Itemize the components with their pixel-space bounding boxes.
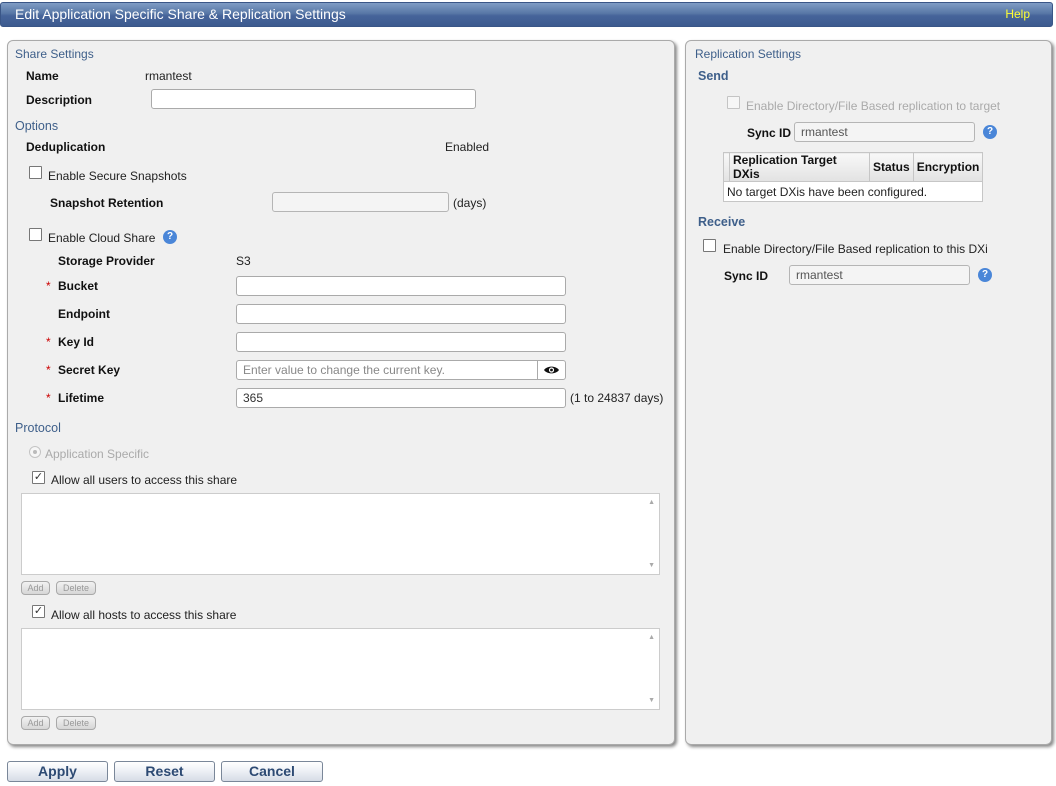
replication-targets-table: Replication Target DXis Status Encryptio… bbox=[722, 152, 984, 202]
allow-hosts-checkbox[interactable]: ✓ bbox=[32, 605, 45, 618]
receive-replication-checkbox[interactable] bbox=[703, 239, 716, 252]
snapshot-retention-input[interactable] bbox=[272, 192, 449, 212]
cloud-share-label: Enable Cloud Share bbox=[48, 231, 156, 245]
scroll-down-icon[interactable]: ▼ bbox=[648, 697, 655, 704]
cloud-share-help-icon[interactable]: ? bbox=[163, 230, 177, 244]
check-icon: ✓ bbox=[33, 605, 44, 617]
replication-settings-panel bbox=[685, 40, 1052, 745]
bucket-required-mark: * bbox=[46, 279, 51, 293]
add-host-button[interactable]: Add bbox=[21, 716, 50, 730]
cancel-button[interactable]: Cancel bbox=[221, 761, 323, 782]
receive-sync-id-help-icon[interactable]: ? bbox=[978, 268, 992, 282]
endpoint-label: Endpoint bbox=[58, 307, 110, 321]
lifetime-input[interactable]: 365 bbox=[236, 388, 566, 408]
options-title: Options bbox=[15, 119, 59, 133]
column-header-encryption[interactable]: Encryption bbox=[912, 152, 984, 182]
hosts-listbox[interactable]: ▲ ▼ bbox=[21, 628, 660, 710]
key-id-required-mark: * bbox=[46, 335, 51, 349]
users-listbox[interactable]: ▲ ▼ bbox=[21, 493, 660, 575]
replication-settings-title: Replication Settings bbox=[695, 47, 802, 61]
lifetime-required-mark: * bbox=[46, 391, 51, 405]
help-link[interactable]: Help bbox=[1005, 3, 1030, 26]
check-icon: ✓ bbox=[33, 471, 44, 483]
receive-replication-label: Enable Directory/File Based replication … bbox=[723, 242, 988, 256]
scroll-up-icon[interactable]: ▲ bbox=[648, 634, 655, 641]
name-label: Name bbox=[26, 69, 59, 83]
send-sync-id-label: Sync ID bbox=[747, 126, 792, 140]
allow-users-label: Allow all users to access this share bbox=[51, 473, 238, 487]
send-replication-label: Enable Directory/File Based replication … bbox=[746, 99, 1001, 113]
name-value: rmantest bbox=[145, 69, 192, 83]
show-secret-key-button[interactable] bbox=[537, 360, 566, 380]
cloud-share-checkbox[interactable] bbox=[29, 228, 42, 241]
snapshot-retention-unit: (days) bbox=[453, 196, 487, 210]
bucket-label: Bucket bbox=[58, 279, 99, 293]
receive-title: Receive bbox=[698, 215, 746, 229]
lifetime-hint: (1 to 24837 days) bbox=[570, 391, 664, 405]
delete-host-button[interactable]: Delete bbox=[56, 716, 96, 730]
receive-sync-id-input[interactable]: rmantest bbox=[789, 265, 970, 285]
protocol-title: Protocol bbox=[15, 421, 61, 435]
window-title-bar: Edit Application Specific Share & Replic… bbox=[0, 2, 1053, 27]
add-user-button[interactable]: Add bbox=[21, 581, 50, 595]
secure-snapshots-label: Enable Secure Snapshots bbox=[48, 169, 187, 183]
table-empty-message: No target DXis have been configured. bbox=[722, 181, 984, 202]
column-header-target[interactable]: Replication Target DXis bbox=[729, 152, 870, 182]
column-header-status[interactable]: Status bbox=[869, 152, 914, 182]
delete-user-button[interactable]: Delete bbox=[56, 581, 96, 595]
eye-icon bbox=[544, 366, 559, 374]
application-specific-radio[interactable] bbox=[29, 446, 41, 458]
storage-provider-label: Storage Provider bbox=[58, 254, 155, 268]
allow-users-checkbox[interactable]: ✓ bbox=[32, 471, 45, 484]
deduplication-label: Deduplication bbox=[26, 140, 106, 154]
receive-sync-id-label: Sync ID bbox=[724, 269, 769, 283]
send-sync-id-help-icon[interactable]: ? bbox=[983, 125, 997, 139]
secret-key-input[interactable]: Enter value to change the current key. bbox=[236, 360, 538, 380]
key-id-input[interactable] bbox=[236, 332, 566, 352]
send-replication-checkbox[interactable] bbox=[727, 96, 740, 109]
application-specific-label: Application Specific bbox=[45, 447, 150, 461]
key-id-label: Key Id bbox=[58, 335, 95, 349]
snapshot-retention-label: Snapshot Retention bbox=[50, 196, 164, 210]
endpoint-input[interactable] bbox=[236, 304, 566, 324]
send-sync-id-input[interactable]: rmantest bbox=[794, 122, 975, 142]
scroll-down-icon[interactable]: ▼ bbox=[648, 562, 655, 569]
share-settings-title: Share Settings bbox=[15, 47, 94, 61]
description-input[interactable] bbox=[151, 89, 476, 109]
bucket-input[interactable] bbox=[236, 276, 566, 296]
deduplication-value: Enabled bbox=[445, 140, 490, 154]
send-title: Send bbox=[698, 69, 729, 83]
scroll-up-icon[interactable]: ▲ bbox=[648, 499, 655, 506]
lifetime-label: Lifetime bbox=[58, 391, 105, 405]
allow-hosts-label: Allow all hosts to access this share bbox=[51, 608, 237, 622]
reset-button[interactable]: Reset bbox=[114, 761, 215, 782]
secure-snapshots-checkbox[interactable] bbox=[29, 166, 42, 179]
secret-key-required-mark: * bbox=[46, 363, 51, 377]
secret-key-label: Secret Key bbox=[58, 363, 121, 377]
apply-button[interactable]: Apply bbox=[7, 761, 108, 782]
window-title: Edit Application Specific Share & Replic… bbox=[15, 6, 346, 22]
description-label: Description bbox=[26, 93, 93, 107]
storage-provider-value: S3 bbox=[236, 254, 251, 268]
